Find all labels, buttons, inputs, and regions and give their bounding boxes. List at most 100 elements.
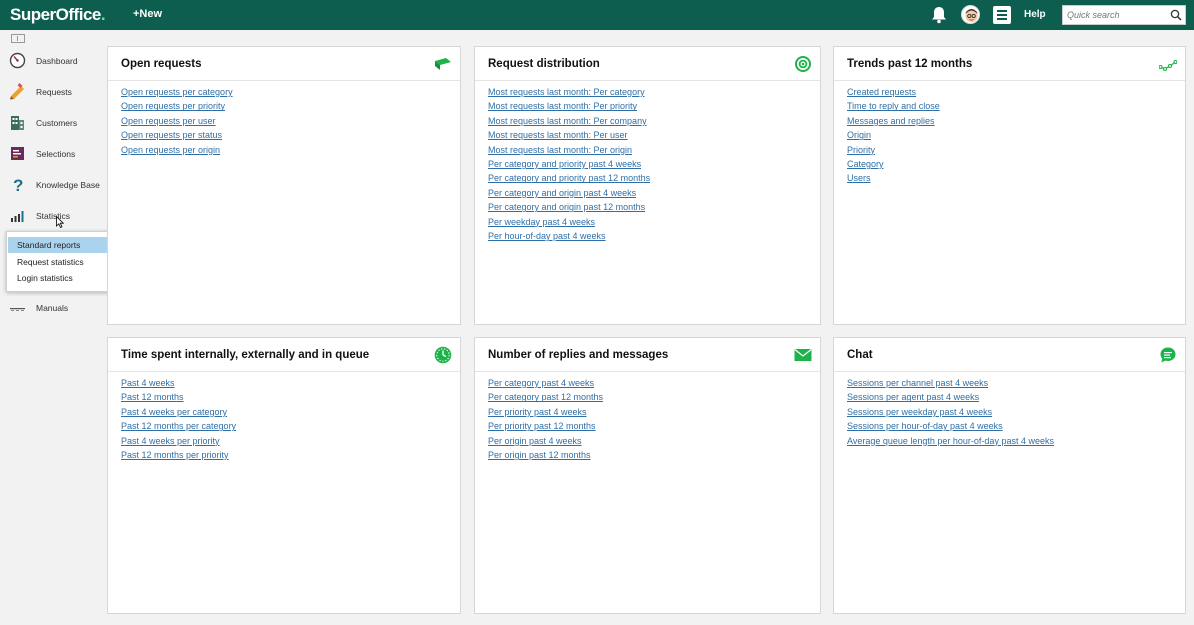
card-header: Request distribution <box>475 47 820 81</box>
card-title: Time spent internally, externally and in… <box>121 349 370 361</box>
report-link[interactable]: Sessions per hour-of-day past 4 weeks <box>847 419 1054 433</box>
report-link[interactable]: Per category past 4 weeks <box>488 376 603 390</box>
sidebar-item-dashboard[interactable]: Dashboard <box>0 47 100 75</box>
target-icon <box>795 56 811 72</box>
report-link[interactable]: Past 12 months per category <box>121 419 236 433</box>
report-link[interactable]: Per origin past 12 months <box>488 448 603 462</box>
card-trends: Trends past 12 months Created requests T… <box>833 46 1186 325</box>
report-link[interactable]: Average queue length per hour-of-day pas… <box>847 434 1054 448</box>
link-list: Open requests per category Open requests… <box>121 85 233 157</box>
report-link[interactable]: Past 4 weeks <box>121 376 236 390</box>
manuals-icon <box>10 308 25 311</box>
clock-icon <box>434 346 452 364</box>
bell-icon[interactable] <box>931 6 947 24</box>
sidebar-item-selections[interactable]: Selections <box>0 140 100 168</box>
card-header: Number of replies and messages <box>475 338 820 372</box>
card-header: Chat <box>834 338 1185 372</box>
sidebar-item-manuals[interactable]: Manuals <box>0 294 100 322</box>
link-list: Created requests Time to reply and close… <box>847 85 940 186</box>
report-link[interactable]: Most requests last month: Per origin <box>488 143 650 157</box>
report-link[interactable]: Sessions per channel past 4 weeks <box>847 376 1054 390</box>
svg-text:?: ? <box>13 176 23 193</box>
report-link[interactable]: Open requests per origin <box>121 143 233 157</box>
customers-icon <box>11 116 24 130</box>
report-link[interactable]: Users <box>847 171 940 185</box>
chat-icon <box>1160 347 1176 363</box>
card-chat: Chat Sessions per channel past 4 weeks S… <box>833 337 1186 614</box>
report-link[interactable]: Per hour-of-day past 4 weeks <box>488 229 650 243</box>
quick-search-input[interactable] <box>1067 8 1167 22</box>
card-title: Number of replies and messages <box>488 349 669 361</box>
report-link[interactable]: Open requests per status <box>121 128 233 142</box>
card-title: Trends past 12 months <box>847 58 973 70</box>
user-face-icon <box>965 9 978 22</box>
report-link[interactable]: Per priority past 12 months <box>488 419 603 433</box>
report-link[interactable]: Per origin past 4 weeks <box>488 434 603 448</box>
help-link[interactable]: Help <box>1024 9 1046 20</box>
report-link[interactable]: Most requests last month: Per category <box>488 85 650 99</box>
card-title: Chat <box>847 349 873 361</box>
sidebar-item-label: Customers <box>36 118 78 128</box>
statistics-icon <box>11 211 24 222</box>
report-link[interactable]: Per category and origin past 12 months <box>488 200 650 214</box>
card-title: Open requests <box>121 58 202 70</box>
avatar[interactable] <box>961 5 980 24</box>
card-replies-messages: Number of replies and messages Per categ… <box>474 337 821 614</box>
dashboard-icon <box>9 52 26 69</box>
report-link[interactable]: Time to reply and close <box>847 99 940 113</box>
report-link[interactable]: Per priority past 4 weeks <box>488 405 603 419</box>
card-time-spent: Time spent internally, externally and in… <box>107 337 461 614</box>
sidebar: Dashboard Requests Customers Selections <box>0 30 100 625</box>
report-link[interactable]: Past 4 weeks per category <box>121 405 236 419</box>
report-link[interactable]: Open requests per priority <box>121 99 233 113</box>
report-link[interactable]: Origin <box>847 128 940 142</box>
report-link[interactable]: Open requests per category <box>121 85 233 99</box>
link-list: Sessions per channel past 4 weeks Sessio… <box>847 376 1054 448</box>
question-icon: ? <box>13 176 23 193</box>
report-link[interactable]: Messages and replies <box>847 114 940 128</box>
link-list: Most requests last month: Per category M… <box>488 85 650 243</box>
report-link[interactable]: Per category and priority past 12 months <box>488 171 650 185</box>
sidebar-item-label: Statistics <box>36 211 71 221</box>
report-link[interactable]: Created requests <box>847 85 940 99</box>
report-link[interactable]: Priority <box>847 143 940 157</box>
report-link[interactable]: Most requests last month: Per company <box>488 114 650 128</box>
sidebar-item-requests[interactable]: Requests <box>0 78 100 106</box>
sidebar-item-customers[interactable]: Customers <box>0 109 100 137</box>
superoffice-logo[interactable]: SuperOffice. <box>10 5 106 25</box>
sidebar-item-label: Dashboard <box>36 56 78 66</box>
report-link[interactable]: Open requests per user <box>121 114 233 128</box>
sidebar-item-statistics[interactable]: Statistics <box>0 202 100 230</box>
report-link[interactable]: Per weekday past 4 weeks <box>488 215 650 229</box>
report-link[interactable]: Past 4 weeks per priority <box>121 434 236 448</box>
search-icon[interactable] <box>1170 9 1182 21</box>
mouse-cursor-icon <box>56 216 64 228</box>
trend-icon <box>1159 59 1177 72</box>
card-header: Trends past 12 months <box>834 47 1185 81</box>
report-link[interactable]: Per category and origin past 4 weeks <box>488 186 650 200</box>
report-link[interactable]: Past 12 months per priority <box>121 448 236 462</box>
sidebar-item-label: Requests <box>36 87 72 97</box>
top-bar: SuperOffice. +New Help <box>0 0 1194 30</box>
report-link[interactable]: Per category and priority past 4 weeks <box>488 157 650 171</box>
card-request-distribution: Request distribution Most requests last … <box>474 46 821 325</box>
sidebar-item-label: Manuals <box>36 303 69 313</box>
sidebar-item-knowledge-base[interactable]: ? Knowledge Base <box>0 171 100 199</box>
sidebar-item-label: Selections <box>36 149 76 159</box>
report-link[interactable]: Most requests last month: Per user <box>488 128 650 142</box>
report-link[interactable]: Per category past 12 months <box>488 390 603 404</box>
link-list: Past 4 weeks Past 12 months Past 4 weeks… <box>121 376 236 462</box>
report-link[interactable]: Past 12 months <box>121 390 236 404</box>
card-header: Open requests <box>108 47 460 81</box>
collapse-sidebar-icon[interactable] <box>11 34 25 43</box>
quick-search[interactable] <box>1062 5 1186 25</box>
report-link[interactable]: Sessions per weekday past 4 weeks <box>847 405 1054 419</box>
new-button[interactable]: +New <box>133 8 162 20</box>
report-link[interactable]: Most requests last month: Per priority <box>488 99 650 113</box>
report-link[interactable]: Sessions per agent past 4 weeks <box>847 390 1054 404</box>
hamburger-menu-icon[interactable] <box>993 6 1011 24</box>
envelope-icon <box>794 349 812 361</box>
card-header: Time spent internally, externally and in… <box>108 338 460 372</box>
card-title: Request distribution <box>488 58 600 70</box>
report-link[interactable]: Category <box>847 157 940 171</box>
